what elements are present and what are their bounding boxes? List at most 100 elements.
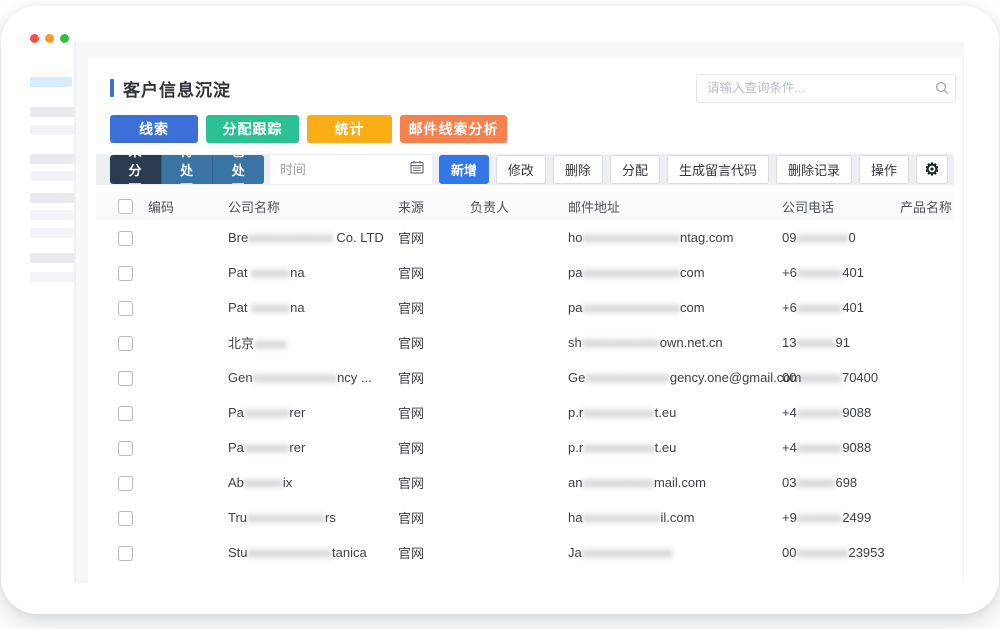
toolbar-button-操作[interactable]: 操作 [859,155,909,184]
cell-owner [470,500,568,535]
cell-text-visible: 03 [782,475,796,490]
segment-已处理[interactable]: 已处理 [212,155,264,184]
cell-email: p.rxxxxxxxxxxxt.eu [568,395,782,430]
cell-text-redacted: xxxxxxxxxxxxxxx [582,265,680,280]
table-row[interactable]: 北京xxxxx官网shxxxxxxxxxxxxown.net.cn13xxxxx… [96,325,954,360]
table-row[interactable]: Stuxxxxxxxxxxxxxtanica官网Jaxxxxxxxxxxxxxx… [96,535,954,570]
cell-text-visible: 00 [782,545,796,560]
row-checkbox[interactable] [118,511,133,526]
row-checkbox[interactable] [118,371,133,386]
cell-email: p.rxxxxxxxxxxxt.eu [568,430,782,465]
content-card: 客户信息沉淀 线索分配跟踪统计邮件线索分析 未分配待处理已处理 [88,57,962,583]
settings-gear-icon[interactable]: ⚙ [916,155,948,184]
cell-text-visible: +9 [782,510,797,525]
cell-checkbox [96,465,140,500]
cell-text-redacted: xxxxxx [796,335,835,350]
cell-text-visible: own.net.cn [660,335,723,350]
table-row[interactable]: Pat xxxxxxna官网paxxxxxxxxxxxxxxxcom+6xxxx… [96,255,954,290]
minimize-button[interactable] [45,34,54,43]
cell-text-redacted: xxxxxx [796,475,835,490]
toolbar-button-删除记录[interactable]: 删除记录 [776,155,852,184]
cell-text-redacted: xxxxxxxx [796,545,848,560]
cell-text-redacted: xxxxxxxxxxx [582,475,654,490]
cell-text-visible: ncy ... [337,370,372,385]
toolbar-button-删除[interactable]: 删除 [553,155,603,184]
close-button[interactable] [30,34,39,43]
tab-4[interactable]: 邮件线索分析 [400,115,507,143]
cell-owner [470,535,568,570]
search-input[interactable] [697,81,929,95]
cell-company: Brexxxxxxxxxxxxx Co. LTD [228,220,398,255]
row-checkbox[interactable] [118,476,133,491]
title-accent-bar [110,79,114,97]
row-checkbox[interactable] [118,336,133,351]
row-checkbox[interactable] [118,231,133,246]
cell-text-visible: t.eu [655,405,677,420]
segment-未分配[interactable]: 未分配 [110,155,161,184]
toolbar-button-生成留言代码[interactable]: 生成留言代码 [667,155,769,184]
cell-owner [470,220,568,255]
row-checkbox[interactable] [118,266,133,281]
cell-text-visible: ha [568,510,582,525]
row-checkbox[interactable] [118,441,133,456]
tab-2[interactable]: 分配跟踪 [206,115,299,143]
calendar-icon[interactable] [410,160,424,179]
sidebar-placeholder-item [30,193,78,203]
search-icon[interactable] [929,81,955,95]
select-all-checkbox[interactable] [118,199,133,214]
page-title: 客户信息沉淀 [123,76,231,101]
cell-phone: +4xxxxxxx9088 [782,430,900,465]
table-row[interactable]: Genxxxxxxxxxxxxxncy ...官网Gexxxxxxxxxxxxx… [96,360,954,395]
table-row[interactable]: Abxxxxxxix官网anxxxxxxxxxxxmail.com03xxxxx… [96,465,954,500]
cell-text-redacted: xxxxxxx [797,405,843,420]
cell-phone: 03xxxxxx698 [782,465,900,500]
cell-text-visible: Co. LTD [333,230,384,245]
toolbar-button-分配[interactable]: 分配 [610,155,660,184]
cell-company: Truxxxxxxxxxxxxrs [228,500,398,535]
cell-code [140,465,228,500]
cell-checkbox [96,395,140,430]
cell-company: Paxxxxxxxrer [228,430,398,465]
cell-product [900,325,954,360]
tab-1[interactable]: 线索 [110,115,198,143]
cell-company: Genxxxxxxxxxxxxxncy ... [228,360,398,395]
row-checkbox[interactable] [118,301,133,316]
table-row[interactable]: Paxxxxxxxrer官网p.rxxxxxxxxxxxt.eu+4xxxxxx… [96,430,954,465]
row-checkbox[interactable] [118,406,133,421]
cell-source: 官网 [398,325,470,360]
status-segmented-control: 未分配待处理已处理 [110,155,264,184]
sidebar-placeholder-item [30,210,74,220]
date-input[interactable] [278,161,410,178]
toolbar-button-修改[interactable]: 修改 [496,155,546,184]
column-header: 产品名称 [900,192,954,220]
cell-owner [470,325,568,360]
cell-phone: +9xxxxxxx2499 [782,500,900,535]
sidebar-placeholder-item [30,253,78,263]
cell-text-redacted: xxxxxxx [244,405,290,420]
zoom-button[interactable] [60,34,69,43]
table-row[interactable]: Truxxxxxxxxxxxxrs官网haxxxxxxxxxxxxil.com+… [96,500,954,535]
cell-text-visible: com [680,300,705,315]
cell-text-visible: mail.com [654,475,706,490]
cell-text-visible: 9088 [842,440,871,455]
cell-text-visible: +6 [782,265,797,280]
table-row[interactable]: Brexxxxxxxxxxxxx Co. LTD官网hoxxxxxxxxxxxx… [96,220,954,255]
table-row[interactable]: Paxxxxxxxrer官网p.rxxxxxxxxxxxt.eu+4xxxxxx… [96,395,954,430]
cell-phone: +4xxxxxxx9088 [782,395,900,430]
cell-company: Abxxxxxxix [228,465,398,500]
cell-text-visible: Tru [228,510,247,525]
cell-source: 官网 [398,535,470,570]
table-row[interactable]: Pat xxxxxxna官网paxxxxxxxxxxxxxxxcom+6xxxx… [96,290,954,325]
row-checkbox[interactable] [118,546,133,561]
tab-3[interactable]: 统计 [307,115,392,143]
column-header: 编码 [140,192,228,220]
cell-email: hoxxxxxxxxxxxxxxxntag.com [568,220,782,255]
cell-product [900,535,954,570]
cell-owner [470,255,568,290]
cell-product [900,255,954,290]
segment-待处理[interactable]: 待处理 [161,155,213,184]
cell-text-redacted: xxxxxxxxxxxxxxx [582,300,680,315]
toolbar-button-新增[interactable]: 新增 [439,155,489,184]
cell-text-visible: Bre [228,230,248,245]
cell-phone: +6xxxxxxx401 [782,290,900,325]
